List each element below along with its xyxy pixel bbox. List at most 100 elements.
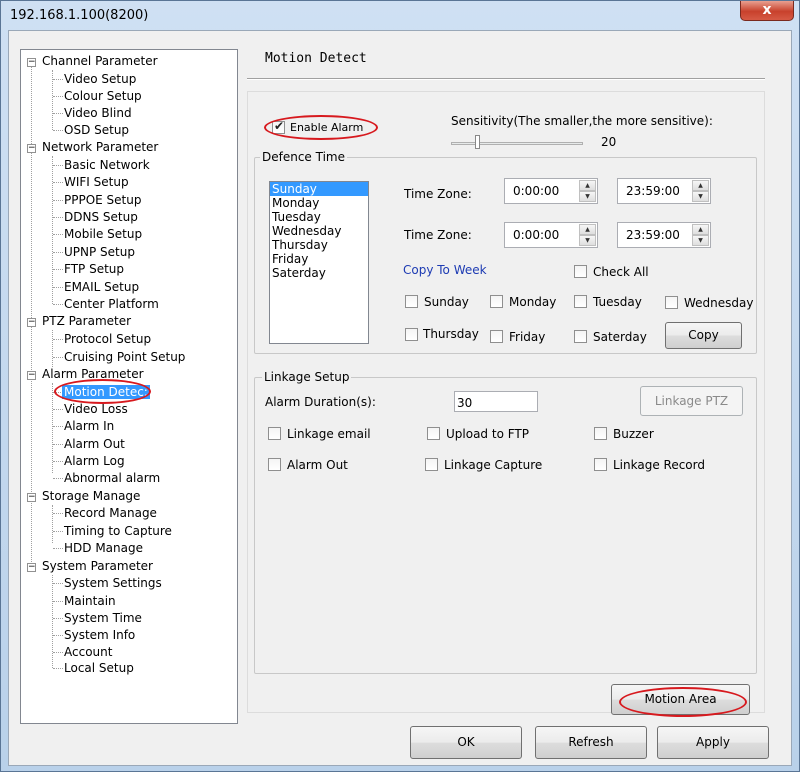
zone2-end-spin[interactable]: 23:59:00 ▲ ▼ [617, 222, 711, 248]
refresh-button[interactable]: Refresh [535, 726, 647, 759]
day-listbox[interactable]: Sunday Monday Tuesday Wednesday Thursday… [269, 181, 369, 344]
tree-item-wifi-setup[interactable]: WIFI Setup [64, 174, 129, 191]
spin-up-icon[interactable]: ▲ [579, 180, 596, 191]
spin-down-icon[interactable]: ▼ [579, 191, 596, 202]
zone1-start-spin[interactable]: 0:00:00 ▲ ▼ [504, 178, 598, 204]
apply-button[interactable]: Apply [657, 726, 769, 759]
day-list-item[interactable]: Wednesday [270, 224, 368, 238]
collapse-icon[interactable]: − [27, 493, 36, 502]
tree-node-channel-parameter[interactable]: Channel Parameter [42, 53, 158, 70]
ok-button[interactable]: OK [410, 726, 522, 759]
monday-checkbox[interactable] [490, 295, 503, 308]
tree-item-video-loss[interactable]: Video Loss [64, 401, 128, 418]
day-list-item[interactable]: Friday [270, 252, 368, 266]
zone1-end-spin[interactable]: 23:59:00 ▲ ▼ [617, 178, 711, 204]
buzzer-label: Buzzer [613, 427, 654, 441]
linkage-email-checkbox[interactable] [268, 427, 281, 440]
tree-item-abnormal-alarm[interactable]: Abnormal alarm [64, 470, 160, 487]
spin-up-icon[interactable]: ▲ [692, 224, 709, 235]
collapse-icon[interactable]: − [27, 563, 36, 572]
tree-item-alarm-out[interactable]: Alarm Out [64, 436, 125, 453]
tree-branch [53, 601, 63, 602]
wednesday-label: Wednesday [684, 296, 754, 310]
enable-alarm-checkbox[interactable] [272, 119, 285, 134]
tree-item-ddns-setup[interactable]: DDNS Setup [64, 209, 138, 226]
linkage-capture-checkbox[interactable] [425, 458, 438, 471]
tree-branch-line [52, 505, 53, 543]
tree-item-account[interactable]: Account [64, 644, 112, 661]
check-all-checkbox[interactable] [574, 265, 587, 278]
tree-branch [53, 130, 63, 131]
alarm-out-checkbox[interactable] [268, 458, 281, 471]
tree-node-network-parameter[interactable]: Network Parameter [42, 139, 158, 156]
spin-down-icon[interactable]: ▼ [692, 191, 709, 202]
tree-item-maintain[interactable]: Maintain [64, 593, 116, 610]
linkage-record-label: Linkage Record [613, 458, 705, 472]
tree-item-center-platform[interactable]: Center Platform [64, 296, 159, 313]
saterday-checkbox[interactable] [574, 330, 587, 343]
tree-item-ftp-setup[interactable]: FTP Setup [64, 261, 124, 278]
tree-item-basic-network[interactable]: Basic Network [64, 157, 150, 174]
tree-item-local-setup[interactable]: Local Setup [64, 660, 134, 677]
collapse-icon[interactable]: − [27, 58, 36, 67]
sensitivity-slider-track[interactable] [451, 142, 583, 145]
collapse-icon[interactable]: − [27, 144, 36, 153]
time-zone-label-2: Time Zone: [404, 228, 472, 242]
client-area: − Channel Parameter Video Setup Colour S… [8, 30, 792, 766]
spin-down-icon[interactable]: ▼ [579, 235, 596, 246]
tree-item-system-time[interactable]: System Time [64, 610, 142, 627]
defence-time-title: Defence Time [260, 150, 347, 164]
tree-node-storage-manage[interactable]: Storage Manage [42, 488, 140, 505]
spin-up-icon[interactable]: ▲ [579, 224, 596, 235]
collapse-icon[interactable]: − [27, 371, 36, 380]
tree-item-system-settings[interactable]: System Settings [64, 575, 162, 592]
zone2-start-value: 0:00:00 [513, 228, 560, 242]
tree-item-alarm-log[interactable]: Alarm Log [64, 453, 125, 470]
tree-node-system-parameter[interactable]: System Parameter [42, 558, 153, 575]
zone2-start-spin[interactable]: 0:00:00 ▲ ▼ [504, 222, 598, 248]
linkage-ptz-button[interactable]: Linkage PTZ [640, 386, 743, 416]
spin-down-icon[interactable]: ▼ [692, 235, 709, 246]
tree-item-colour-setup[interactable]: Colour Setup [64, 88, 142, 105]
tree-item-timing-to-capture[interactable]: Timing to Capture [64, 523, 172, 540]
thursday-checkbox[interactable] [405, 328, 418, 341]
sensitivity-slider-thumb[interactable] [475, 135, 480, 149]
alarm-duration-input[interactable]: 30 [454, 391, 538, 412]
tree-item-email-setup[interactable]: EMAIL Setup [64, 279, 139, 296]
day-list-item[interactable]: Monday [270, 196, 368, 210]
tree-item-upnp-setup[interactable]: UPNP Setup [64, 244, 135, 261]
day-list-item[interactable]: Tuesday [270, 210, 368, 224]
tree-item-protocol-setup[interactable]: Protocol Setup [64, 331, 151, 348]
tree-item-video-blind[interactable]: Video Blind [64, 105, 132, 122]
tree-branch [53, 531, 63, 532]
tree-item-record-manage[interactable]: Record Manage [64, 505, 157, 522]
tree-item-system-info[interactable]: System Info [64, 627, 135, 644]
spin-up-icon[interactable]: ▲ [692, 180, 709, 191]
copy-button[interactable]: Copy [665, 322, 742, 349]
settings-tree: − Channel Parameter Video Setup Colour S… [20, 49, 238, 724]
motion-area-button[interactable]: Motion Area [611, 684, 750, 715]
day-list-item[interactable]: Saterday [270, 266, 368, 280]
buzzer-checkbox[interactable] [594, 427, 607, 440]
tree-item-mobile-setup[interactable]: Mobile Setup [64, 226, 142, 243]
day-list-item[interactable]: Thursday [270, 238, 368, 252]
tree-item-hdd-manage[interactable]: HDD Manage [64, 540, 143, 557]
tree-node-alarm-parameter[interactable]: Alarm Parameter [42, 366, 144, 383]
tree-item-motion-detect[interactable]: Motion Detec: [62, 384, 150, 401]
upload-ftp-checkbox[interactable] [427, 427, 440, 440]
tuesday-checkbox[interactable] [574, 295, 587, 308]
day-list-item[interactable]: Sunday [270, 182, 368, 196]
tree-item-alarm-in[interactable]: Alarm In [64, 418, 114, 435]
window-title: 192.168.1.100(8200) [10, 8, 149, 23]
friday-checkbox[interactable] [490, 330, 503, 343]
tree-item-cruising-point-setup[interactable]: Cruising Point Setup [64, 349, 185, 366]
tree-item-video-setup[interactable]: Video Setup [64, 71, 136, 88]
tree-node-ptz-parameter[interactable]: PTZ Parameter [42, 313, 131, 330]
wednesday-checkbox[interactable] [665, 296, 678, 309]
tree-item-pppoe-setup[interactable]: PPPOE Setup [64, 192, 141, 209]
tree-item-osd-setup[interactable]: OSD Setup [64, 122, 129, 139]
close-button[interactable]: x [740, 1, 794, 21]
collapse-icon[interactable]: − [27, 318, 36, 327]
linkage-record-checkbox[interactable] [594, 458, 607, 471]
sunday-checkbox[interactable] [405, 295, 418, 308]
